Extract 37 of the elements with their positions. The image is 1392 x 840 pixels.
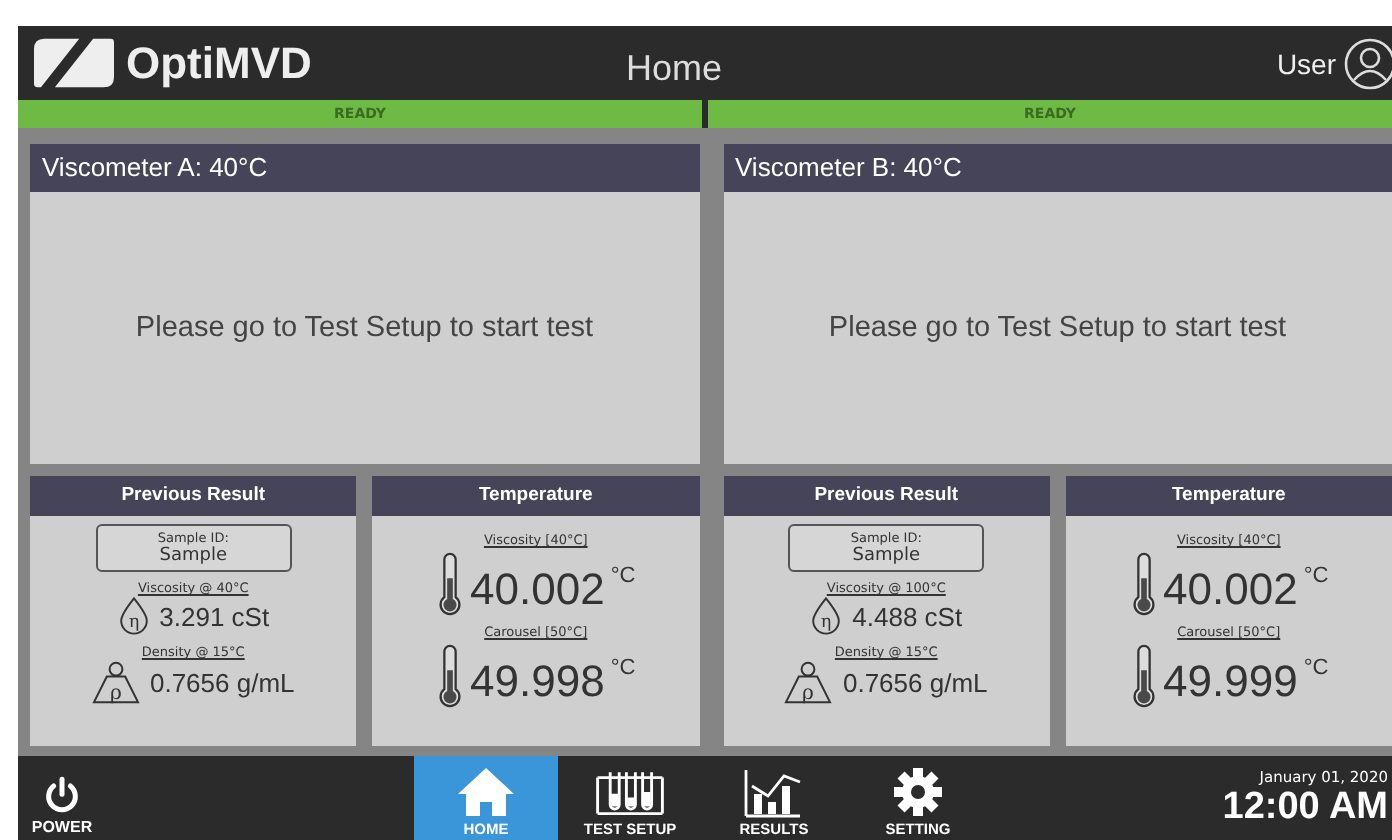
panel-header: Viscometer A: 40°C — [30, 144, 699, 192]
thermometer-icon — [1129, 644, 1158, 708]
panel-header: Viscometer B: 40°C — [723, 144, 1392, 192]
temperature-unit: °C — [1303, 656, 1329, 680]
power-button[interactable]: POWER — [18, 756, 98, 840]
density-value: 0.7656 g/mL — [842, 667, 988, 697]
sample-id-value: Sample — [159, 546, 227, 566]
temperature-value: 40.002 — [1163, 564, 1298, 616]
droplet-icon: η — [117, 596, 150, 636]
time-text: 12:00 AM — [1222, 785, 1388, 829]
temperature-unit: °C — [610, 564, 636, 588]
logo-text: OptiMVD — [126, 37, 314, 89]
message-text: Please go to Test Setup to start test — [828, 312, 1287, 344]
power-icon — [42, 774, 82, 818]
temperature-value: 49.999 — [1163, 656, 1298, 708]
temperature-unit: °C — [610, 656, 636, 680]
temperature-unit: °C — [1303, 564, 1329, 588]
viscosity-value: 4.488 cSt — [852, 601, 963, 631]
card-header: Previous Result — [30, 476, 357, 516]
test-tube-rack-icon — [594, 766, 666, 818]
thermometer-icon — [436, 644, 465, 708]
card-header: Temperature — [1065, 476, 1392, 516]
density-value: 0.7656 g/mL — [149, 667, 295, 697]
logo-icon — [34, 38, 114, 88]
droplet-icon: η — [810, 596, 843, 636]
sample-id-value: Sample — [852, 546, 920, 566]
viscosity-value: 3.291 cSt — [159, 601, 270, 631]
user-label: User — [1276, 47, 1336, 79]
temperature-value: 40.002 — [470, 564, 605, 616]
message-text: Please go to Test Setup to start test — [135, 312, 594, 344]
temperature-value: 49.998 — [470, 656, 605, 708]
card-header: Temperature — [372, 476, 699, 516]
thermometer-icon — [1129, 552, 1158, 616]
page-title: Home — [626, 48, 723, 90]
card-header: Previous Result — [723, 476, 1050, 516]
user-icon[interactable] — [1344, 37, 1392, 89]
thermometer-icon — [436, 552, 465, 616]
